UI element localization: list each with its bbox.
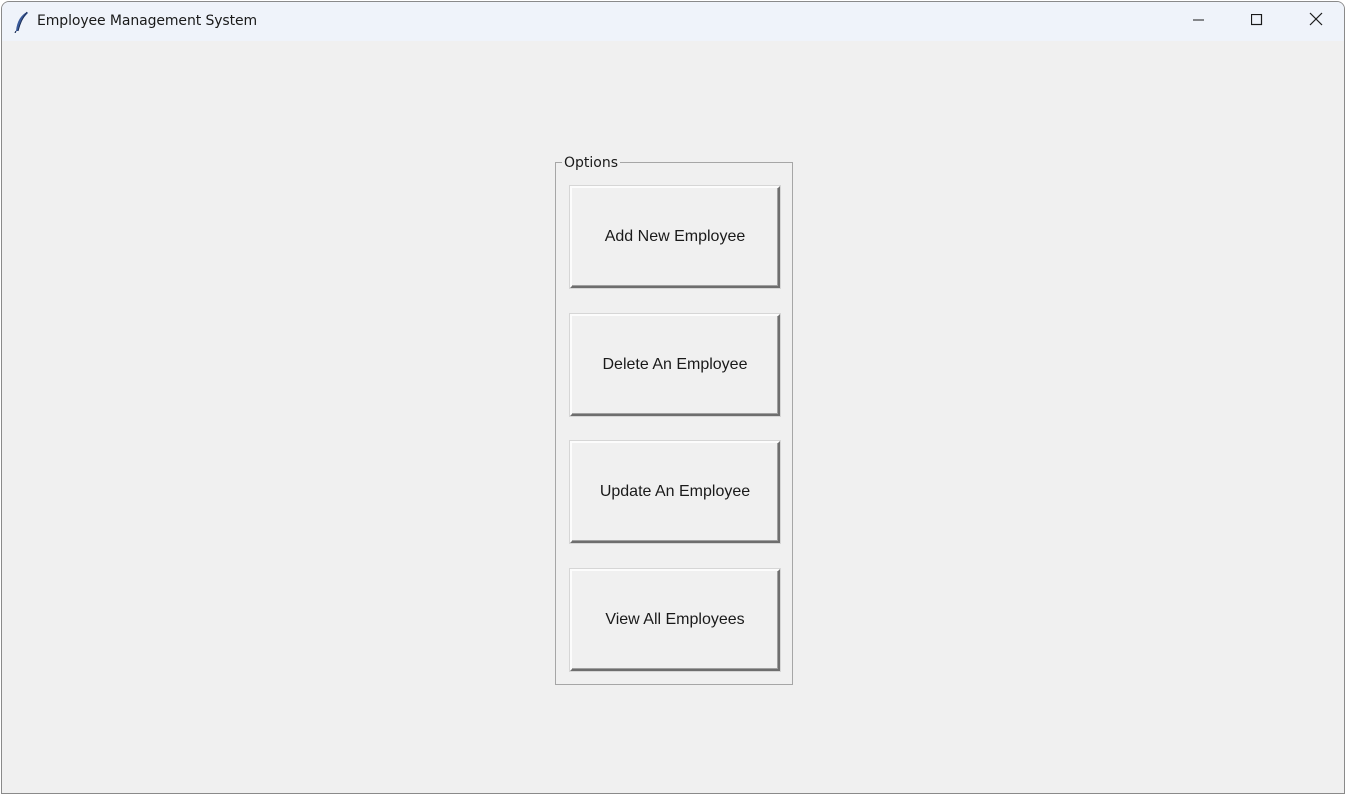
maximize-button[interactable] xyxy=(1228,2,1286,41)
app-window: Employee Management System Options Add N… xyxy=(1,1,1345,794)
update-employee-button[interactable]: Update An Employee xyxy=(570,441,780,543)
main-area: Options Add New Employee Delete An Emplo… xyxy=(2,41,1344,793)
close-button[interactable] xyxy=(1287,2,1344,41)
window-title: Employee Management System xyxy=(37,13,258,29)
minimize-button[interactable] xyxy=(1170,2,1228,41)
feather-icon xyxy=(14,11,30,34)
minimize-icon xyxy=(1193,13,1205,31)
options-frame-label: Options xyxy=(562,154,621,172)
title-bar[interactable]: Employee Management System xyxy=(2,2,1344,41)
delete-employee-button[interactable]: Delete An Employee xyxy=(570,314,780,416)
maximize-icon xyxy=(1250,13,1263,31)
add-new-employee-button[interactable]: Add New Employee xyxy=(570,186,780,288)
view-all-employees-button[interactable]: View All Employees xyxy=(570,569,780,671)
close-icon xyxy=(1309,12,1323,31)
